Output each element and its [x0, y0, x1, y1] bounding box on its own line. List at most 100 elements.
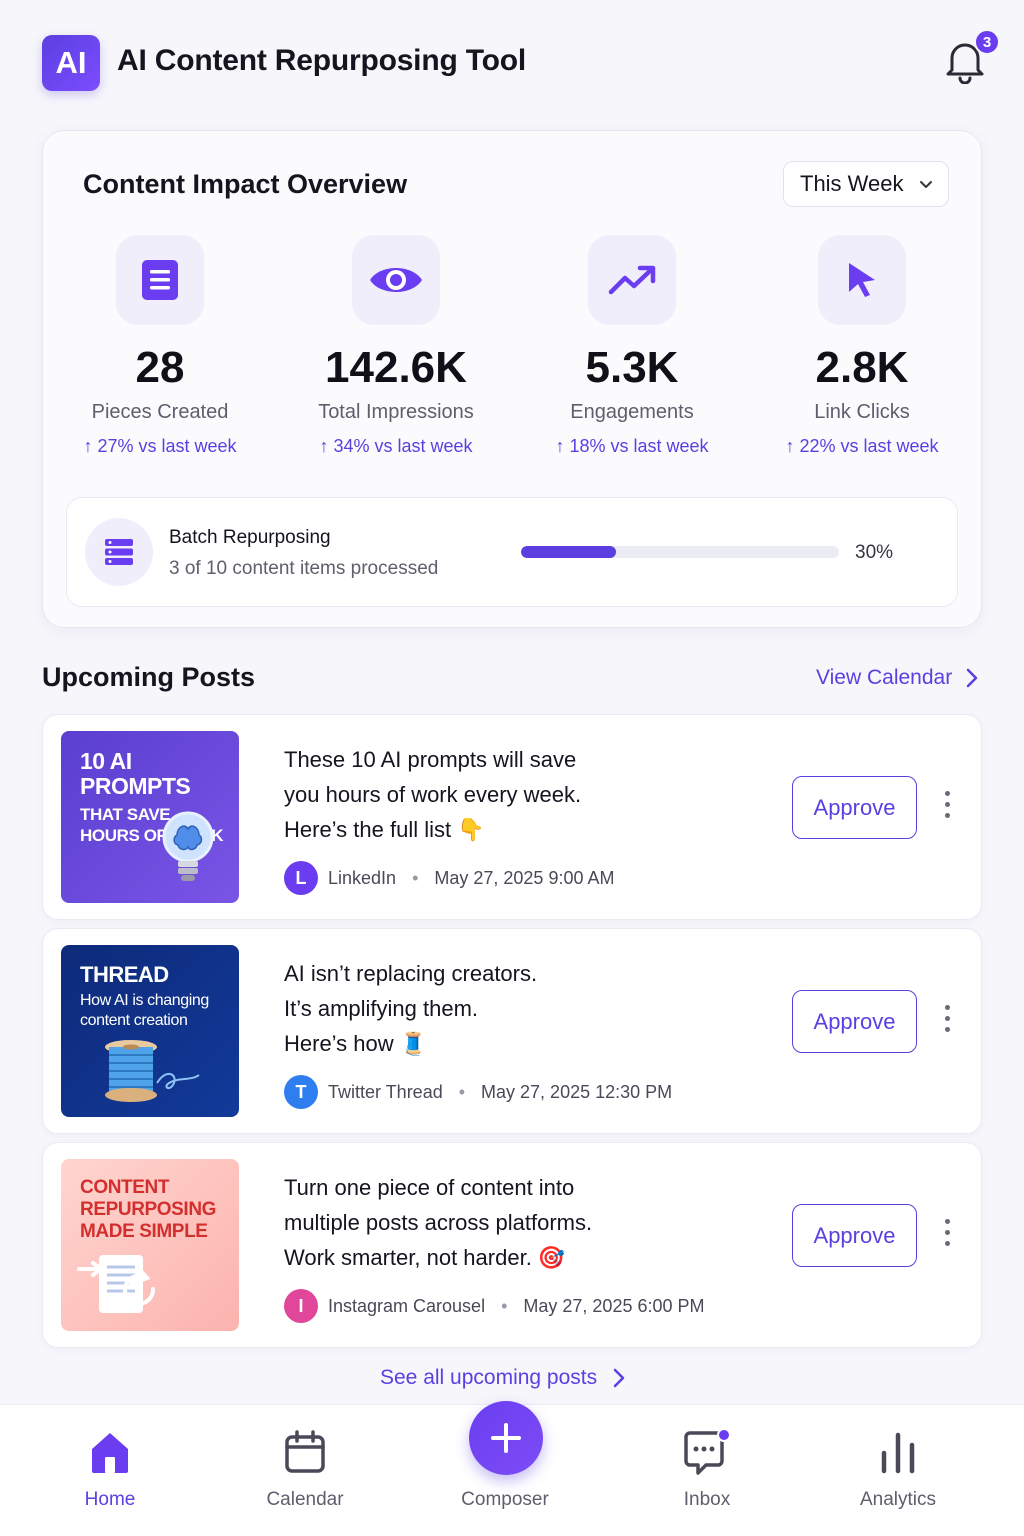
- scheduled-datetime: May 27, 2025 6:00 PM: [523, 1295, 705, 1316]
- calendar-icon: [285, 1430, 325, 1473]
- eye-icon: [352, 235, 440, 325]
- nav-inbox[interactable]: Inbox: [632, 1405, 782, 1536]
- batch-title: Batch Repurposing: [169, 527, 331, 548]
- caption-line: Here’s the full list 👇: [284, 817, 485, 842]
- trending-up-icon: [588, 235, 676, 325]
- post-card[interactable]: 10 AI PROMPTS THAT SAVE HOURS OF WORK Th…: [42, 714, 982, 920]
- post-card[interactable]: THREAD How AI is changing content creati…: [42, 928, 982, 1134]
- nav-label: Inbox: [683, 1489, 731, 1510]
- caption-line: AI isn’t replacing creators.: [284, 961, 538, 986]
- document-repurpose-icon: [77, 1255, 156, 1313]
- post-thumbnail: CONTENT REPURPOSING MADE SIMPLE: [61, 1159, 239, 1331]
- stat-label: Total Impressions: [318, 401, 474, 423]
- chevron-down-icon: [920, 181, 932, 188]
- caption-line: you hours of work every week.: [284, 782, 582, 807]
- chevron-right-icon: [966, 668, 978, 688]
- thread-spool-icon: [105, 1040, 200, 1102]
- caption-line: Here’s how 🧵: [284, 1031, 428, 1056]
- plus-icon: [491, 1423, 521, 1453]
- batch-progress-bar: [521, 546, 839, 558]
- post-meta: T Twitter Thread • May 27, 2025 12:30 PM: [284, 1075, 672, 1109]
- stat-value: 5.3K: [585, 343, 679, 392]
- period-value: This Week: [800, 171, 904, 196]
- document-icon: [116, 235, 204, 325]
- thumb-title: THREAD: [80, 962, 169, 987]
- post-meta: I Instagram Carousel • May 27, 2025 6:00…: [284, 1289, 705, 1323]
- see-all-posts-link[interactable]: See all upcoming posts: [380, 1366, 625, 1390]
- overview-title: Content Impact Overview: [83, 169, 408, 199]
- post-meta: L LinkedIn • May 27, 2025 9:00 AM: [284, 861, 615, 895]
- caption-line: These 10 AI prompts will save: [284, 747, 577, 772]
- caption-line: It’s amplifying them.: [284, 996, 479, 1021]
- post-caption: Turn one piece of content into multiple …: [284, 1170, 744, 1275]
- content-impact-card: Content Impact Overview This Week 28 Pie…: [42, 130, 982, 628]
- post-card[interactable]: CONTENT REPURPOSING MADE SIMPLE Turn one…: [42, 1142, 982, 1348]
- caption-line: Turn one piece of content into: [284, 1175, 575, 1200]
- stat-delta: ↑ 22% vs last week: [785, 436, 939, 456]
- more-options-icon[interactable]: [939, 1219, 955, 1253]
- caption-line: multiple posts across platforms.: [284, 1210, 593, 1235]
- period-dropdown[interactable]: This Week: [783, 161, 949, 207]
- post-caption: AI isn’t replacing creators. It’s amplif…: [284, 956, 744, 1061]
- progress-percent: 30%: [855, 542, 894, 563]
- separator-dot: •: [501, 1295, 508, 1316]
- batch-repurposing-panel: Batch Repurposing 3 of 10 content items …: [66, 497, 958, 607]
- platform-name: Instagram Carousel: [328, 1295, 486, 1316]
- stat-value: 142.6K: [325, 343, 467, 392]
- thumb-title: 10 AI PROMPTS: [80, 748, 191, 800]
- composer-button[interactable]: [469, 1401, 543, 1475]
- notification-badge: 3: [974, 29, 1000, 55]
- app-title: AI Content Repurposing Tool: [117, 44, 526, 77]
- nav-label: Calendar: [266, 1489, 344, 1510]
- approve-button[interactable]: Approve: [792, 776, 917, 839]
- nav-analytics[interactable]: Analytics: [823, 1405, 973, 1536]
- approve-button[interactable]: Approve: [792, 990, 917, 1053]
- thumb-title: CONTENT REPURPOSING MADE SIMPLE: [80, 1177, 217, 1242]
- view-calendar-link[interactable]: View Calendar: [816, 666, 978, 690]
- platform-avatar: I: [284, 1289, 318, 1323]
- stat-value: 28: [135, 343, 185, 392]
- see-all-label: See all upcoming posts: [380, 1366, 598, 1389]
- more-options-icon[interactable]: [939, 791, 955, 825]
- notifications-button[interactable]: 3: [940, 29, 1000, 88]
- chat-icon: [684, 1429, 731, 1475]
- nav-label: Composer: [461, 1489, 549, 1510]
- bottom-navigation: Home Calendar Composer Inbox Analytics: [0, 1401, 1024, 1536]
- separator-dot: •: [412, 867, 419, 888]
- scheduled-datetime: May 27, 2025 12:30 PM: [481, 1081, 673, 1102]
- platform-avatar: L: [284, 861, 318, 895]
- batch-subtitle: 3 of 10 content items processed: [169, 558, 439, 579]
- post-thumbnail: 10 AI PROMPTS THAT SAVE HOURS OF WORK: [61, 731, 239, 903]
- upcoming-posts-title: Upcoming Posts: [42, 662, 256, 692]
- server-stack-icon: [85, 518, 153, 586]
- stat-engagements: 5.3K Engagements ↑ 18% vs last week: [517, 235, 747, 475]
- more-options-icon[interactable]: [939, 1005, 955, 1039]
- nav-label: Home: [84, 1489, 136, 1510]
- chevron-right-icon: [613, 1368, 625, 1388]
- nav-calendar[interactable]: Calendar: [230, 1405, 380, 1536]
- stat-label: Pieces Created: [91, 401, 229, 423]
- approve-button[interactable]: Approve: [792, 1204, 917, 1267]
- stat-delta: ↑ 34% vs last week: [319, 436, 473, 456]
- home-icon: [92, 1433, 128, 1473]
- scheduled-datetime: May 27, 2025 9:00 AM: [434, 867, 615, 888]
- platform-avatar: T: [284, 1075, 318, 1109]
- stat-label: Link Clicks: [814, 401, 910, 423]
- stat-pieces-created: 28 Pieces Created ↑ 27% vs last week: [45, 235, 275, 475]
- stat-delta: ↑ 27% vs last week: [83, 436, 237, 456]
- platform-name: LinkedIn: [328, 867, 397, 888]
- view-calendar-label: View Calendar: [816, 666, 953, 689]
- cursor-icon: [818, 235, 906, 325]
- stat-total-impressions: 142.6K Total Impressions ↑ 34% vs last w…: [281, 235, 511, 475]
- app-header: AI AI Content Repurposing Tool 3: [0, 0, 1024, 126]
- nav-home[interactable]: Home: [35, 1405, 185, 1536]
- thumb-subtitle: How AI is changing content creation: [80, 992, 209, 1030]
- nav-label: Analytics: [859, 1489, 937, 1510]
- stat-label: Engagements: [570, 401, 694, 423]
- lightbulb-brain-icon: [162, 811, 214, 881]
- bar-chart-icon: [881, 1432, 915, 1474]
- stat-link-clicks: 2.8K Link Clicks ↑ 22% vs last week: [747, 235, 977, 475]
- post-thumbnail: THREAD How AI is changing content creati…: [61, 945, 239, 1117]
- progress-fill: [521, 546, 617, 558]
- stat-delta: ↑ 18% vs last week: [555, 436, 709, 456]
